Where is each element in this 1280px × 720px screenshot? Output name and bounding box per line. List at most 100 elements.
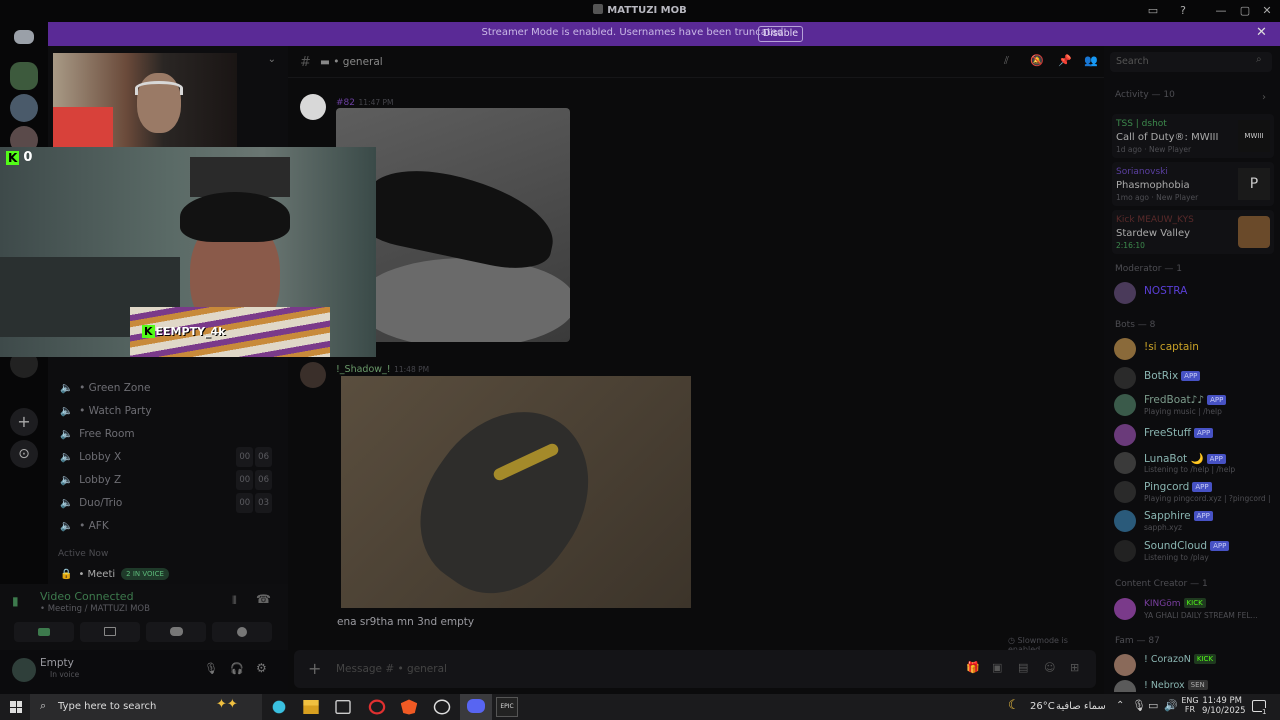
- network-icon[interactable]: ▭: [1148, 699, 1158, 712]
- disable-button[interactable]: Disable: [758, 26, 803, 42]
- member-item[interactable]: FreeStuff APP: [1114, 422, 1274, 446]
- server-avatar[interactable]: [10, 62, 38, 90]
- pin-icon[interactable]: 📌: [1058, 54, 1072, 67]
- clock-date: 9/10/2025: [1202, 706, 1246, 716]
- disconnect-icon[interactable]: ☎: [256, 592, 271, 606]
- member-item[interactable]: KINGöm KICK YA GHALI DAILY STREAM FEL...: [1114, 596, 1274, 620]
- voice-channel[interactable]: 🔈 • Watch Party: [60, 401, 282, 421]
- kick-logo-icon: K: [142, 325, 155, 338]
- taskbar-search[interactable]: ⌕ Type here to search ✦✦: [30, 694, 262, 720]
- message-image-flipflop[interactable]: [341, 376, 691, 608]
- volume-icon[interactable]: 🔊: [1164, 699, 1178, 712]
- member-item[interactable]: LunaBot 🌙 APP Listening to /help | /help: [1114, 450, 1274, 474]
- sticker-icon[interactable]: ▤: [1018, 661, 1028, 674]
- obs-icon[interactable]: [433, 699, 451, 715]
- username[interactable]: Empty: [40, 657, 74, 669]
- activity-card[interactable]: Sorianovski Phasmophobia 1mo ago · New P…: [1112, 162, 1274, 206]
- search-box[interactable]: Search ⌕: [1110, 52, 1272, 72]
- message-composer[interactable]: + Message # • general 🎁 ▣ ▤ ☺ ⊞: [294, 650, 1096, 688]
- soundboard-button[interactable]: [212, 622, 272, 642]
- opera-icon[interactable]: [368, 699, 386, 715]
- active-now-channel[interactable]: 🔒 • Meeti 2 IN VOICE: [60, 564, 280, 584]
- voice-badge: 2 IN VOICE: [121, 568, 169, 580]
- close-icon[interactable]: ✕: [1256, 25, 1267, 40]
- clock-time: 11:49 PM: [1202, 696, 1242, 706]
- message-author[interactable]: !_Shadow_!: [336, 364, 391, 375]
- voice-channel[interactable]: 🔈 Duo/Trio 00 03: [60, 493, 282, 513]
- noise-icon[interactable]: ⦀: [232, 594, 237, 608]
- microphone-tray-icon[interactable]: 🎙: [1132, 699, 1146, 712]
- soundboard-icon: [237, 627, 247, 637]
- member-item[interactable]: ! Nebrox SEN: [1114, 678, 1274, 692]
- folder-icon[interactable]: [303, 700, 319, 714]
- voice-channel[interactable]: 🔈 Lobby Z 00 06: [60, 470, 282, 490]
- help-icon[interactable]: ?: [1174, 3, 1192, 19]
- member-status: Playing music | /help: [1144, 407, 1222, 416]
- channel-name: • Watch Party: [79, 405, 152, 417]
- channel-name: • AFK: [79, 520, 109, 532]
- gift-icon[interactable]: 🎁: [966, 661, 980, 674]
- member-item[interactable]: ! CorazoN KICK: [1114, 652, 1274, 676]
- hashtag-icon: #: [300, 55, 311, 70]
- member-item[interactable]: !si captain: [1114, 336, 1274, 360]
- voice-channel[interactable]: 🔈 Free Room: [60, 424, 282, 444]
- settings-gear-icon[interactable]: ⚙: [256, 661, 267, 675]
- member-item[interactable]: Sapphire APP sapph.xyz: [1114, 508, 1274, 532]
- apps-icon[interactable]: ⊞: [1070, 661, 1079, 674]
- discord-home-icon[interactable]: [14, 30, 34, 44]
- brave-icon[interactable]: [400, 699, 418, 715]
- member-item[interactable]: FredBoat♪♪ APP Playing music | /help: [1114, 392, 1274, 416]
- mute-bell-icon[interactable]: 🔕: [1030, 54, 1044, 67]
- camera-button[interactable]: [14, 622, 74, 642]
- member-item[interactable]: Pingcord APP Playing pingcord.xyz | ?pingc…: [1114, 479, 1274, 503]
- inbox-icon[interactable]: ▭: [1144, 3, 1162, 19]
- signal-icon[interactable]: ▮: [12, 594, 30, 612]
- message-header: !_Shadow_! 11:48 PM: [336, 362, 429, 375]
- voice-location: • Meeting / MATTUZI MOB: [40, 604, 150, 614]
- member-item[interactable]: SoundCloud APP Listening to /play: [1114, 538, 1274, 562]
- clock[interactable]: 11:49 PM 9/10/2025: [1202, 696, 1246, 716]
- member-group-title: Bots — 8: [1115, 320, 1156, 330]
- gif-icon[interactable]: ▣: [992, 661, 1002, 674]
- activity-card[interactable]: Kick MEAUW_KYS Stardew Valley 2:16:10: [1112, 210, 1274, 254]
- emoji-icon[interactable]: ☺: [1044, 661, 1055, 674]
- member-item[interactable]: BotRix APP: [1114, 365, 1274, 389]
- activity-card[interactable]: TSS | dshot Call of Duty®: MWIII 1d ago …: [1112, 114, 1274, 158]
- screen-share-button[interactable]: [80, 622, 140, 642]
- headphones-icon[interactable]: 🎧: [230, 662, 244, 675]
- voice-channel[interactable]: 🔈 • Green Zone: [60, 378, 282, 398]
- avatar[interactable]: [12, 658, 36, 682]
- minimize-button[interactable]: —: [1212, 3, 1230, 19]
- discord-taskbar-item[interactable]: [460, 694, 492, 720]
- member-status: sapph.xyz: [1144, 523, 1182, 532]
- windows-start-icon[interactable]: [10, 701, 22, 713]
- message-author[interactable]: #82: [336, 98, 355, 108]
- avatar[interactable]: [300, 94, 326, 120]
- chevron-up-icon[interactable]: ⌃: [1116, 700, 1124, 711]
- epic-games-icon[interactable]: EPIC: [496, 697, 518, 717]
- maximize-button[interactable]: ▢: [1236, 3, 1254, 19]
- explore-icon[interactable]: ⊙: [10, 440, 38, 468]
- server-avatar[interactable]: [10, 94, 38, 122]
- voice-channel[interactable]: 🔈 Lobby X 00 06: [60, 447, 282, 467]
- store-icon[interactable]: [335, 700, 351, 714]
- avatar[interactable]: [300, 362, 326, 388]
- member-item[interactable]: NOSTRA: [1114, 280, 1274, 304]
- add-server-icon[interactable]: +: [10, 408, 38, 436]
- activity-meta: 1d ago · New Player: [1116, 145, 1192, 154]
- language-indicator[interactable]: ENG FR: [1180, 696, 1200, 714]
- threads-icon[interactable]: ⫽: [1004, 54, 1009, 68]
- composer-placeholder[interactable]: Message # • general: [336, 663, 447, 675]
- weather-temp[interactable]: 26°C: [1030, 701, 1055, 712]
- weather-desc[interactable]: سماء صافية: [1056, 701, 1106, 712]
- activity-button[interactable]: [146, 622, 206, 642]
- microphone-icon[interactable]: 🎙: [204, 662, 218, 675]
- members-icon[interactable]: 👥: [1084, 54, 1098, 67]
- member-status: YA GHALI DAILY STREAM FEL...: [1144, 611, 1258, 620]
- chevron-right-icon[interactable]: ›: [1262, 92, 1266, 103]
- close-window-button[interactable]: ✕: [1258, 3, 1276, 19]
- add-attachment-icon[interactable]: +: [308, 659, 321, 678]
- member-name: KINGöm: [1144, 599, 1181, 609]
- voice-channel[interactable]: 🔈 • AFK: [60, 516, 282, 536]
- edge-icon[interactable]: [268, 697, 290, 717]
